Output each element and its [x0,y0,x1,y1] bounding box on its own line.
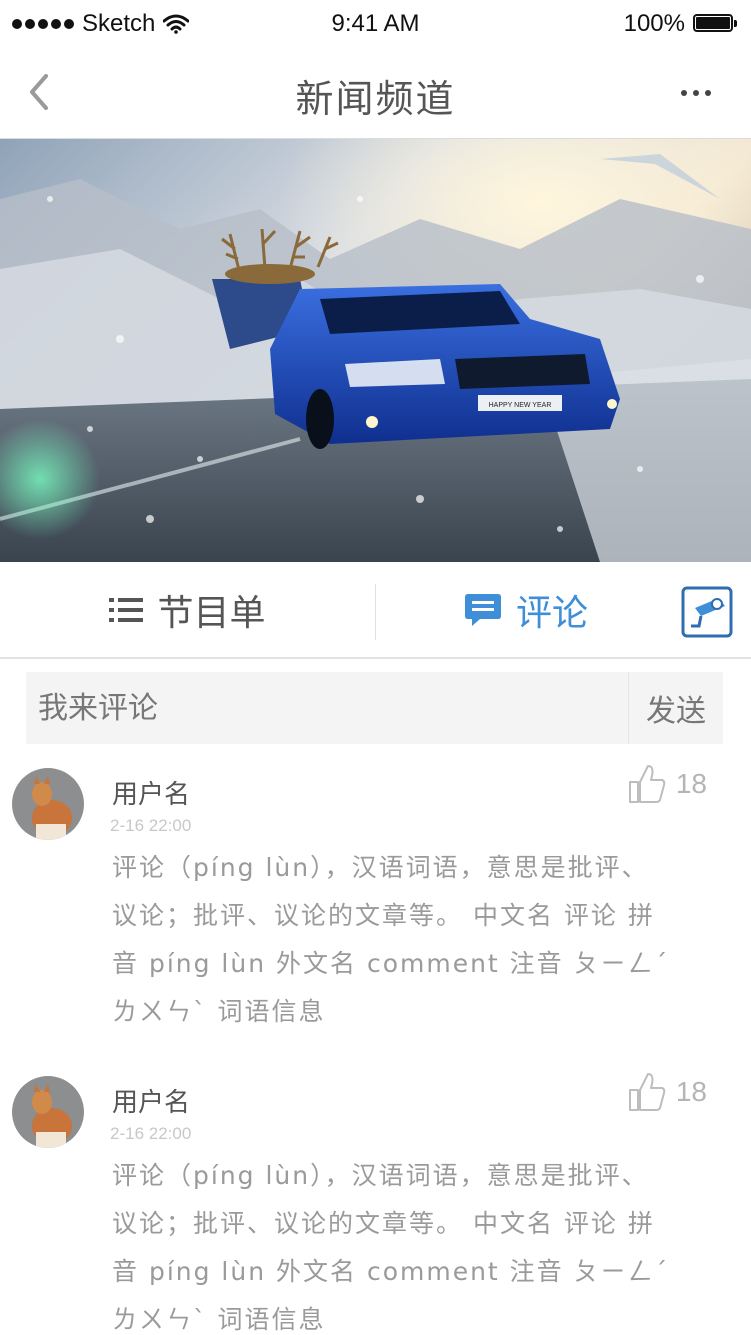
comment-text: 评论（píng lùn），汉语词语，意思是批评、议论；批评、议论的文章等。 中文… [112,1161,670,1334]
comment-bubble-icon [464,593,501,626]
comment-item: 用户名 2-16 22:00 18 评论（píng lùn），汉语词语，意思是批… [0,760,751,1060]
thumbs-up-icon [628,1073,666,1111]
battery-icon [693,14,739,34]
status-right: 100% [624,10,739,38]
tab-label: 节目单 [157,592,266,634]
comment-form: 发送 [26,672,723,744]
username: 用户名 [112,780,191,810]
comment-item: 用户名 2-16 22:00 18 评论（píng lùn），汉语词语，意思是批… [0,1068,751,1335]
like-button[interactable]: 18 [628,764,707,804]
list-icon [109,597,144,622]
like-count: 18 [675,1076,707,1107]
tab-program-list[interactable]: 节目单 [0,562,375,657]
like-count: 18 [675,768,707,799]
battery-percent: 100% [623,10,685,37]
nav-bar: 新闻频道 [0,46,751,139]
page-title: 新闻频道 [295,77,456,121]
tab-comments[interactable]: 评论 [376,562,676,657]
plate-text: HAPPY NEW YEAR [489,402,552,409]
camera-icon[interactable] [681,586,733,638]
tab-label: 评论 [515,592,588,634]
more-icon[interactable] [681,90,711,96]
comment-time: 2-16 22:00 [110,816,192,835]
status-bar: Sketch 9:41 AM 100% [0,0,751,46]
send-button[interactable]: 发送 [628,672,723,744]
like-button[interactable]: 18 [628,1072,707,1112]
hero-image: HAPPY NEW YEAR [0,139,751,562]
thumbs-up-icon [628,765,666,803]
tab-bar: 节目单 评论 [0,562,751,659]
comment-input[interactable] [26,672,628,744]
avatar[interactable] [12,1076,84,1148]
hero-illustration: HAPPY NEW YEAR [0,139,751,562]
comment-text: 评论（píng lùn），汉语词语，意思是批评、议论；批评、议论的文章等。 中文… [112,853,670,1026]
comment-time: 2-16 22:00 [110,1124,192,1143]
username: 用户名 [112,1088,191,1118]
avatar[interactable] [12,768,84,840]
